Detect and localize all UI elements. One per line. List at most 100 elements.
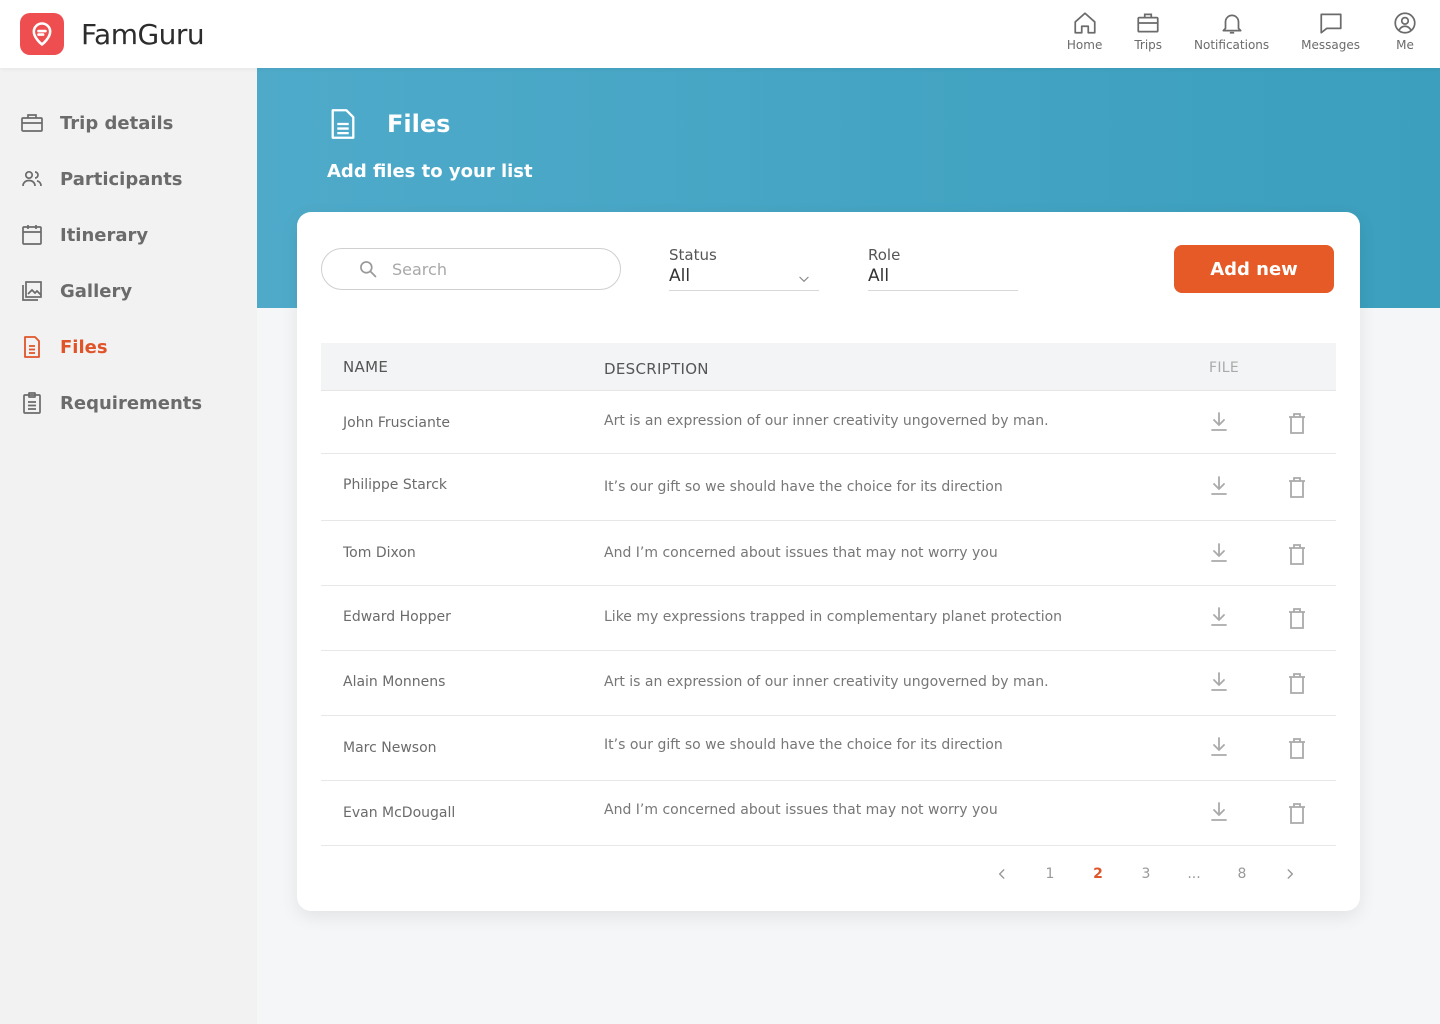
nav-me-label: Me: [1396, 38, 1414, 52]
people-icon: [22, 170, 42, 187]
trash-icon[interactable]: [1288, 544, 1306, 566]
row-name: Evan McDougall: [343, 805, 456, 821]
clipboard-icon: [23, 392, 41, 414]
next-page-button[interactable]: [1266, 866, 1314, 882]
gallery-icon: [22, 281, 42, 301]
column-header-description: DESCRIPTION: [604, 360, 709, 378]
files-card: Status All Role All Add new NAME DESCRIP…: [297, 212, 1360, 911]
trash-icon[interactable]: [1288, 413, 1306, 435]
top-nav: Home Trips Notifications Messages Me: [1035, 10, 1418, 52]
table-row[interactable]: Alain Monnens Art is an expression of ou…: [321, 651, 1336, 716]
download-icon[interactable]: [1209, 542, 1229, 564]
logo[interactable]: FamGuru: [20, 13, 205, 55]
row-name: Marc Newson: [343, 740, 437, 756]
row-description: It’s our gift so we should have the choi…: [604, 737, 1003, 753]
search-icon: [360, 261, 377, 278]
prev-page-button[interactable]: [978, 866, 1026, 882]
briefcase-icon: [21, 114, 43, 132]
home-icon: [1073, 12, 1096, 34]
sidebar-item-label: Requirements: [60, 392, 203, 414]
sidebar-item-gallery[interactable]: Gallery: [20, 279, 132, 303]
nav-messages-label: Messages: [1301, 38, 1360, 52]
sidebar: Trip details Participants Itinerary Gall…: [0, 68, 257, 1024]
role-filter-label: Role: [868, 246, 901, 264]
add-new-button[interactable]: Add new: [1174, 245, 1334, 293]
page-title-row: Files: [329, 108, 450, 140]
table-row[interactable]: Edward Hopper Like my expressions trappe…: [321, 586, 1336, 651]
file-icon: [331, 109, 355, 139]
download-icon[interactable]: [1209, 475, 1229, 497]
nav-messages[interactable]: Messages: [1301, 10, 1360, 52]
briefcase-icon: [1137, 13, 1159, 33]
row-description: And I’m concerned about issues that may …: [604, 802, 998, 818]
trash-icon[interactable]: [1288, 673, 1306, 695]
role-filter-value: All: [868, 266, 890, 286]
top-bar: FamGuru Home Trips Notifications Message…: [0, 0, 1440, 68]
page-button-1[interactable]: 1: [1026, 866, 1074, 882]
app-name: FamGuru: [81, 17, 205, 51]
nav-trips[interactable]: Trips: [1134, 10, 1162, 52]
row-description: Like my expressions trapped in complemen…: [604, 609, 1063, 625]
row-description: Art is an expression of our inner creati…: [604, 674, 1049, 690]
row-description: And I’m concerned about issues that may …: [604, 545, 998, 561]
sidebar-item-requirements[interactable]: Requirements: [20, 391, 202, 415]
page-button-8[interactable]: 8: [1218, 866, 1266, 882]
page-subtitle: Add files to your list: [327, 161, 533, 182]
page-button-3[interactable]: 3: [1122, 866, 1170, 882]
sidebar-item-label: Gallery: [60, 280, 133, 302]
sidebar-item-participants[interactable]: Participants: [20, 167, 183, 191]
calendar-icon: [22, 225, 42, 245]
column-header-file: FILE: [1209, 360, 1240, 376]
table-row[interactable]: Philippe Starck It’s our gift so we shou…: [321, 454, 1336, 521]
trash-icon[interactable]: [1288, 803, 1306, 825]
table-row[interactable]: John Frusciante Art is an expression of …: [321, 391, 1336, 454]
table-body: John Frusciante Art is an expression of …: [321, 391, 1336, 846]
download-icon[interactable]: [1209, 736, 1229, 758]
row-description: It’s our gift so we should have the choi…: [604, 479, 1003, 495]
nav-home-label: Home: [1066, 38, 1103, 52]
trash-icon[interactable]: [1288, 477, 1306, 499]
sidebar-item-label: Itinerary: [60, 224, 149, 246]
role-filter[interactable]: Role All: [868, 246, 1018, 291]
download-icon[interactable]: [1209, 671, 1229, 693]
nav-notifications-label: Notifications: [1194, 38, 1270, 52]
nav-me[interactable]: Me: [1392, 10, 1418, 52]
table-header: NAME DESCRIPTION FILE: [321, 343, 1336, 391]
download-icon[interactable]: [1209, 606, 1229, 628]
row-name: Philippe Starck: [343, 477, 448, 493]
message-icon: [1319, 13, 1342, 34]
table-row[interactable]: Evan McDougall And I’m concerned about i…: [321, 781, 1336, 846]
sidebar-item-itinerary[interactable]: Itinerary: [20, 223, 148, 247]
user-circle-icon: [1394, 12, 1416, 34]
status-filter-label: Status: [669, 246, 717, 264]
file-icon: [24, 336, 40, 358]
chevron-down-icon: [799, 276, 809, 283]
sidebar-item-label: Participants: [60, 168, 183, 190]
page-title: Files: [387, 110, 451, 138]
pagination: 1 2 3 ... 8: [978, 866, 1314, 882]
nav-home[interactable]: Home: [1067, 10, 1102, 52]
table-row[interactable]: Marc Newson It’s our gift so we should h…: [321, 716, 1336, 781]
famguru-logo-icon: [20, 13, 64, 55]
nav-notifications[interactable]: Notifications: [1194, 10, 1269, 52]
chevron-left-icon: [998, 869, 1005, 879]
search-box[interactable]: [321, 248, 621, 290]
download-icon[interactable]: [1209, 411, 1229, 433]
page-button-2-current[interactable]: 2: [1074, 866, 1122, 882]
trash-icon[interactable]: [1288, 738, 1306, 760]
row-name: John Frusciante: [343, 415, 450, 431]
sidebar-item-label: Files: [60, 336, 108, 358]
row-name: Edward Hopper: [343, 609, 451, 625]
chevron-right-icon: [1287, 869, 1294, 879]
sidebar-item-files[interactable]: Files: [20, 335, 108, 359]
trash-icon[interactable]: [1288, 608, 1306, 630]
row-name: Alain Monnens: [343, 674, 446, 690]
column-header-name: NAME: [343, 358, 389, 376]
search-input[interactable]: [392, 259, 592, 279]
table-row[interactable]: Tom Dixon And I’m concerned about issues…: [321, 521, 1336, 586]
status-filter[interactable]: Status All: [669, 246, 819, 291]
download-icon[interactable]: [1209, 801, 1229, 823]
bell-icon: [1222, 14, 1242, 34]
sidebar-item-trip-details[interactable]: Trip details: [20, 111, 173, 135]
row-name: Tom Dixon: [343, 545, 416, 561]
